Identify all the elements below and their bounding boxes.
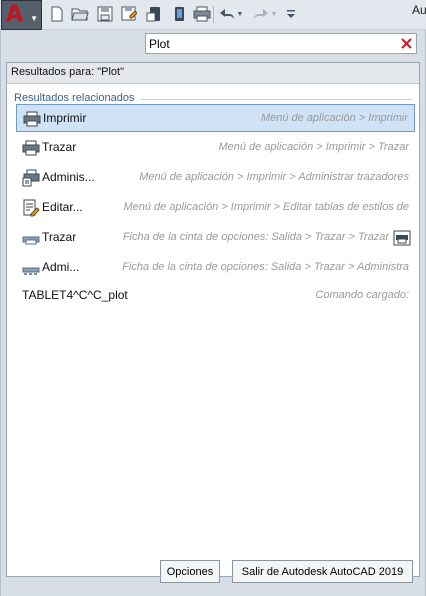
results-header: Resultados para: "Plot"	[7, 63, 419, 84]
clear-search-icon[interactable]	[398, 35, 414, 52]
web-mobile-save-icon[interactable]	[170, 5, 188, 23]
printer-icon	[23, 110, 41, 128]
redo-dropdown-icon[interactable]: ▼	[270, 5, 278, 23]
application-menu-panel: Resultados para: "Plot" Resultados relac…	[0, 30, 426, 596]
quick-access-toolbar: A ▼ ▼ ▼ Au	[0, 0, 426, 30]
result-item-editar-tablas[interactable]: Editar... Menú de aplicación > Imprimir …	[16, 194, 415, 222]
result-item-trazar-ribbon[interactable]: Trazar Ficha de la cinta de opciones: Sa…	[16, 224, 415, 252]
result-item-administrar-trazadores[interactable]: Adminis... Menú de aplicación > Imprimir…	[16, 164, 415, 192]
result-name: Adminis...	[42, 170, 95, 184]
result-path: Menú de aplicación > Imprimir > Administ…	[139, 171, 409, 183]
result-name: Trazar	[42, 230, 77, 244]
ribbon-plotter-manager-icon	[22, 259, 40, 277]
printer-icon	[22, 139, 40, 157]
result-path: Comando cargado:	[315, 289, 409, 301]
result-path: Menú de aplicación > Imprimir > Editar t…	[123, 201, 409, 213]
exit-autocad-button[interactable]: Salir de Autodesk AutoCAD 2019	[232, 560, 413, 583]
plot-ribbon-button-icon	[393, 230, 411, 246]
result-path: Ficha de la cinta de opciones: Salida > …	[122, 261, 409, 273]
redo-icon[interactable]	[252, 5, 270, 23]
web-mobile-open-icon[interactable]	[145, 5, 163, 23]
result-item-imprimir[interactable]: Imprimir Menú de aplicación > Imprimir	[16, 104, 415, 132]
result-name: Imprimir	[43, 111, 87, 125]
result-item-tablet-command[interactable]: TABLET4^C^C_plot Comando cargado:	[16, 282, 415, 310]
new-file-icon[interactable]	[48, 5, 66, 23]
result-path: Ficha de la cinta de opciones: Salida > …	[122, 231, 389, 243]
result-name: Admi...	[42, 260, 80, 274]
result-path: Menú de aplicación > Imprimir > Trazar	[218, 141, 409, 153]
result-name: Editar...	[42, 200, 83, 214]
chevron-down-icon: ▼	[30, 14, 38, 23]
options-button[interactable]: Opciones	[160, 560, 220, 583]
menu-search-box[interactable]	[145, 33, 417, 54]
application-menu-button[interactable]: A ▼	[1, 0, 42, 30]
customize-toolbar-icon[interactable]	[284, 5, 298, 23]
search-input[interactable]	[149, 35, 389, 52]
result-name: Trazar	[42, 140, 77, 154]
undo-icon[interactable]	[218, 5, 236, 23]
result-item-trazar[interactable]: Trazar Menú de aplicación > Imprimir > T…	[16, 134, 415, 162]
result-item-administrar-ribbon[interactable]: Admi... Ficha de la cinta de opciones: S…	[16, 254, 415, 282]
result-path: Menú de aplicación > Imprimir	[260, 112, 408, 124]
save-as-icon[interactable]	[120, 5, 138, 23]
toolbar-separator	[213, 6, 214, 23]
section-title-related: Resultados relacionados	[14, 92, 135, 104]
undo-dropdown-icon[interactable]: ▼	[236, 5, 244, 23]
section-divider	[141, 99, 413, 100]
result-name: TABLET4^C^C_plot	[22, 288, 128, 302]
ribbon-plot-icon	[22, 229, 40, 247]
plot-icon[interactable]	[193, 5, 211, 23]
search-results-panel: Resultados para: "Plot" Resultados relac…	[6, 62, 420, 577]
plotter-manager-icon	[22, 169, 40, 187]
autocad-logo-icon: A	[6, 2, 24, 27]
open-folder-icon[interactable]	[71, 5, 89, 23]
save-icon[interactable]	[96, 5, 114, 23]
edit-plot-style-icon	[22, 199, 40, 217]
window-title-fragment: Au	[412, 3, 426, 17]
